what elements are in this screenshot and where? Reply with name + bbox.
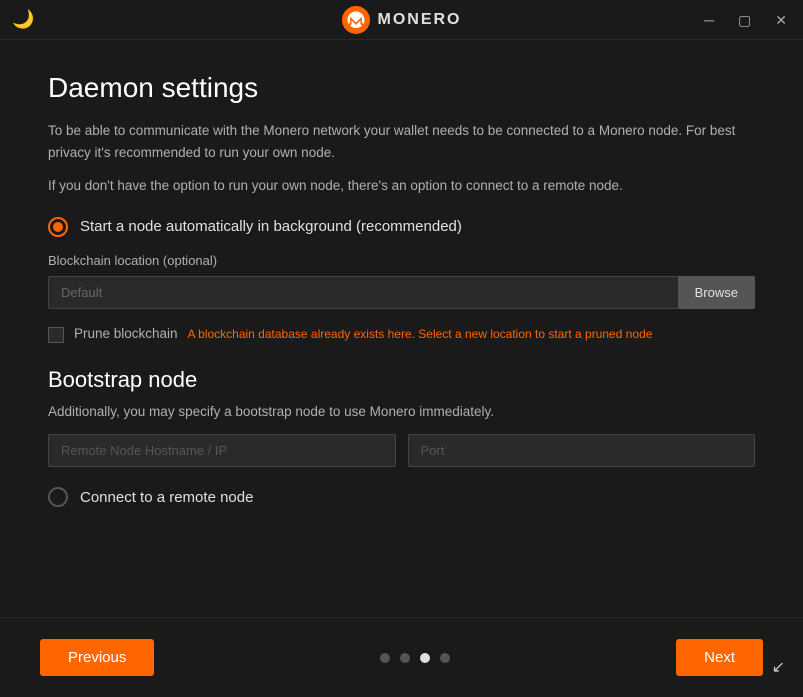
minimize-button[interactable]: ─ <box>700 11 718 29</box>
blockchain-location-label: Blockchain location (optional) <box>48 253 755 268</box>
browse-button[interactable]: Browse <box>678 276 755 309</box>
pagination-dot-1 <box>380 653 390 663</box>
connect-remote-radio[interactable]: Connect to a remote node <box>48 487 755 507</box>
cursor-indicator: ↙ <box>772 657 785 677</box>
title-bar-controls: ─ ▢ ✕ <box>711 11 791 29</box>
pagination-dots <box>380 653 450 663</box>
blockchain-location-input[interactable] <box>48 276 678 309</box>
app-title: MONERO <box>378 11 462 29</box>
bootstrap-node-title: Bootstrap node <box>48 367 755 393</box>
connect-remote-radio-indicator <box>48 487 68 507</box>
pagination-dot-2 <box>400 653 410 663</box>
auto-start-radio-indicator <box>48 217 68 237</box>
hostname-input[interactable] <box>48 434 396 467</box>
description-2: If you don't have the option to run your… <box>48 175 755 197</box>
bootstrap-node-inputs <box>48 434 755 467</box>
pagination-dot-4 <box>440 653 450 663</box>
port-input[interactable] <box>408 434 756 467</box>
monero-logo-icon <box>342 6 370 34</box>
auto-start-radio-label: Start a node automatically in background… <box>80 218 462 235</box>
prune-blockchain-hint: A blockchain database already exists her… <box>187 327 652 341</box>
prune-blockchain-checkbox[interactable] <box>48 327 64 343</box>
previous-button[interactable]: Previous <box>40 639 154 676</box>
footer: Previous Next <box>0 617 803 697</box>
connect-remote-radio-label: Connect to a remote node <box>80 489 253 506</box>
title-bar: 🌙 MONERO ─ ▢ ✕ <box>0 0 803 40</box>
auto-start-radio[interactable]: Start a node automatically in background… <box>48 217 755 237</box>
maximize-button[interactable]: ▢ <box>734 11 755 29</box>
prune-blockchain-label: Prune blockchain <box>74 326 178 341</box>
page-title: Daemon settings <box>48 72 755 104</box>
close-button[interactable]: ✕ <box>771 11 791 29</box>
title-bar-left: 🌙 <box>12 9 92 30</box>
prune-blockchain-row: Prune blockchain A blockchain database a… <box>48 325 755 343</box>
moon-icon[interactable]: 🌙 <box>12 9 34 30</box>
bootstrap-node-description: Additionally, you may specify a bootstra… <box>48 401 755 423</box>
pagination-dot-3 <box>420 653 430 663</box>
title-bar-center: MONERO <box>342 6 462 34</box>
prune-blockchain-text: Prune blockchain A blockchain database a… <box>74 325 652 341</box>
blockchain-location-row: Browse <box>48 276 755 309</box>
main-content: Daemon settings To be able to communicat… <box>0 40 803 617</box>
description-1: To be able to communicate with the Moner… <box>48 120 755 163</box>
next-button[interactable]: Next <box>676 639 763 676</box>
